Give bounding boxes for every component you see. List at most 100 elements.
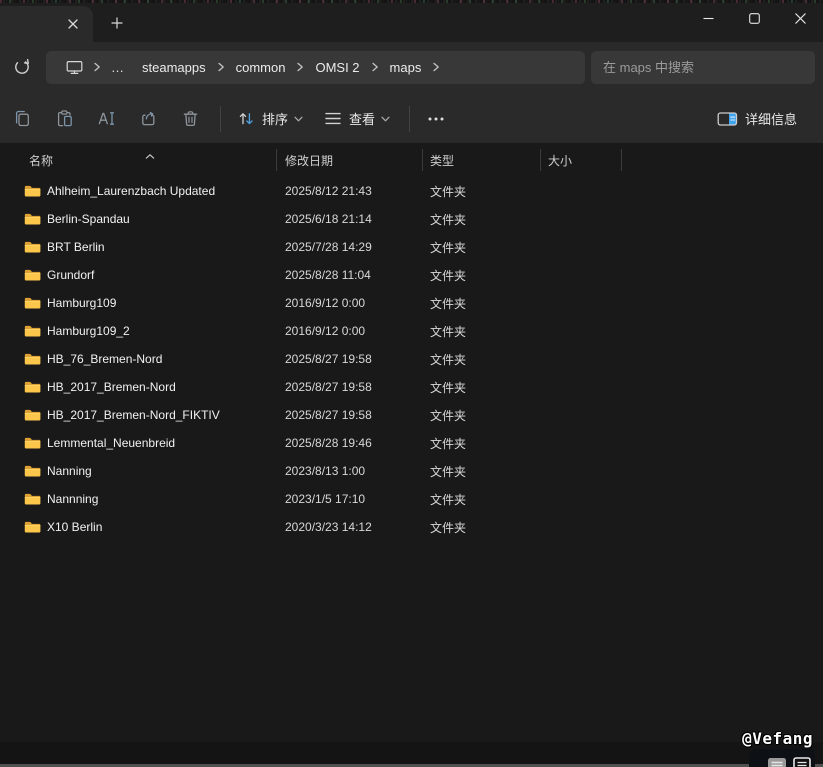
- window-controls: [685, 1, 823, 35]
- column-header-size[interactable]: 大小: [541, 145, 622, 175]
- delete-button[interactable]: [174, 101, 207, 137]
- file-row[interactable]: BRT Berlin 2025/7/28 14:29 文件夹: [0, 233, 823, 261]
- rename-icon: [96, 108, 117, 129]
- folder-icon: [24, 324, 41, 338]
- file-date-modified: 2025/8/12 21:43: [277, 177, 423, 205]
- command-bar: 排序 查看 详细信息: [0, 94, 823, 143]
- breadcrumb-chevron[interactable]: [430, 62, 442, 72]
- chevron-right-icon: [217, 62, 225, 72]
- file-size: [541, 373, 622, 401]
- file-row[interactable]: Nannning 2023/1/5 17:10 文件夹: [0, 485, 823, 513]
- share-button[interactable]: [132, 101, 165, 137]
- breadcrumb-steamapps[interactable]: steamapps: [133, 56, 215, 79]
- breadcrumb-overflow[interactable]: …: [103, 60, 133, 75]
- file-date-modified: 2025/8/27 19:58: [277, 373, 423, 401]
- status-bar: [0, 742, 823, 764]
- file-size: [541, 317, 622, 345]
- breadcrumb-common[interactable]: common: [227, 56, 295, 79]
- more-options-button[interactable]: [420, 101, 452, 137]
- file-type: 文件夹: [423, 429, 541, 457]
- file-row[interactable]: HB_2017_Bremen-Nord 2025/8/27 19:58 文件夹: [0, 373, 823, 401]
- folder-icon: [24, 520, 41, 534]
- file-size: [541, 177, 622, 205]
- file-date-modified: 2023/1/5 17:10: [277, 485, 423, 513]
- tab-close-button[interactable]: [62, 13, 84, 35]
- breadcrumb-omsi2[interactable]: OMSI 2: [306, 56, 368, 79]
- chevron-right-icon: [296, 62, 304, 72]
- breadcrumb-maps[interactable]: maps: [381, 56, 431, 79]
- file-type: 文件夹: [423, 317, 541, 345]
- file-date-modified: 2016/9/12 0:00: [277, 289, 423, 317]
- file-row[interactable]: X10 Berlin 2020/3/23 14:12 文件夹: [0, 513, 823, 541]
- file-row[interactable]: HB_2017_Bremen-Nord_FIKTIV 2025/8/27 19:…: [0, 401, 823, 429]
- file-row[interactable]: Nanning 2023/8/13 1:00 文件夹: [0, 457, 823, 485]
- column-header-type[interactable]: 类型: [423, 145, 541, 175]
- column-header-date-modified[interactable]: 修改日期: [277, 145, 423, 175]
- search-input[interactable]: [591, 51, 815, 84]
- file-name: X10 Berlin: [47, 520, 102, 534]
- file-name: HB_2017_Bremen-Nord_FIKTIV: [47, 408, 220, 422]
- breadcrumb-chevron[interactable]: [91, 62, 103, 72]
- file-type: 文件夹: [423, 373, 541, 401]
- toolbar-divider: [220, 106, 221, 132]
- share-icon: [138, 108, 159, 129]
- file-name: HB_2017_Bremen-Nord: [47, 380, 176, 394]
- file-name: Nannning: [47, 492, 98, 506]
- file-name: HB_76_Bremen-Nord: [47, 352, 162, 366]
- refresh-button[interactable]: [6, 51, 38, 83]
- folder-icon: [24, 184, 41, 198]
- chevron-right-icon: [93, 62, 101, 72]
- sort-button[interactable]: 排序: [231, 101, 309, 137]
- file-type: 文件夹: [423, 485, 541, 513]
- file-name: Hamburg109: [47, 296, 116, 310]
- breadcrumb-chevron[interactable]: [294, 62, 306, 72]
- file-type: 文件夹: [423, 289, 541, 317]
- maximize-icon: [749, 13, 760, 24]
- file-row[interactable]: Lemmental_Neuenbreid 2025/8/28 19:46 文件夹: [0, 429, 823, 457]
- search-box: [591, 51, 815, 84]
- breadcrumb-chevron[interactable]: [215, 62, 227, 72]
- file-row[interactable]: Hamburg109 2016/9/12 0:00 文件夹: [0, 289, 823, 317]
- view-button[interactable]: 查看: [318, 101, 396, 137]
- file-rows: Ahlheim_Laurenzbach Updated 2025/8/12 21…: [0, 177, 823, 541]
- rename-button[interactable]: [90, 101, 123, 137]
- file-name: Lemmental_Neuenbreid: [47, 436, 175, 450]
- file-size: [541, 401, 622, 429]
- file-name-cell: Ahlheim_Laurenzbach Updated: [24, 177, 277, 205]
- maximize-button[interactable]: [731, 1, 777, 35]
- paste-button[interactable]: [48, 101, 81, 137]
- chevron-down-icon: [294, 116, 303, 122]
- file-row[interactable]: Ahlheim_Laurenzbach Updated 2025/8/12 21…: [0, 177, 823, 205]
- breadcrumb-device[interactable]: [58, 56, 91, 79]
- file-row[interactable]: Hamburg109_2 2016/9/12 0:00 文件夹: [0, 317, 823, 345]
- address-bar-row: … steamapps common OMSI 2 maps: [0, 42, 823, 94]
- file-size: [541, 457, 622, 485]
- file-row[interactable]: Berlin-Spandau 2025/6/18 21:14 文件夹: [0, 205, 823, 233]
- breadcrumb-chevron[interactable]: [369, 62, 381, 72]
- minimize-icon: [703, 13, 714, 24]
- address-breadcrumb-bar[interactable]: … steamapps common OMSI 2 maps: [46, 51, 585, 84]
- new-tab-button[interactable]: [103, 9, 131, 37]
- column-header-name[interactable]: 名称: [24, 145, 277, 175]
- minimize-button[interactable]: [685, 1, 731, 35]
- file-row[interactable]: HB_76_Bremen-Nord 2025/8/27 19:58 文件夹: [0, 345, 823, 373]
- more-options-icon: [427, 116, 445, 122]
- file-row[interactable]: Grundorf 2025/8/28 11:04 文件夹: [0, 261, 823, 289]
- file-name-cell: HB_76_Bremen-Nord: [24, 345, 277, 373]
- copy-button[interactable]: [6, 101, 39, 137]
- folder-icon: [24, 296, 41, 310]
- file-name-cell: X10 Berlin: [24, 513, 277, 541]
- title-bar: [0, 3, 823, 42]
- file-explorer-window: … steamapps common OMSI 2 maps: [0, 0, 823, 767]
- refresh-icon: [13, 58, 31, 76]
- folder-icon: [24, 436, 41, 450]
- close-window-button[interactable]: [777, 1, 823, 35]
- close-icon: [795, 13, 806, 24]
- file-name: Ahlheim_Laurenzbach Updated: [47, 184, 215, 198]
- file-name-cell: Berlin-Spandau: [24, 205, 277, 233]
- file-name: BRT Berlin: [47, 240, 105, 254]
- explorer-tab[interactable]: [0, 6, 93, 42]
- monitor-icon: [66, 60, 83, 75]
- details-pane-button[interactable]: 详细信息: [711, 101, 809, 137]
- close-icon: [68, 19, 78, 29]
